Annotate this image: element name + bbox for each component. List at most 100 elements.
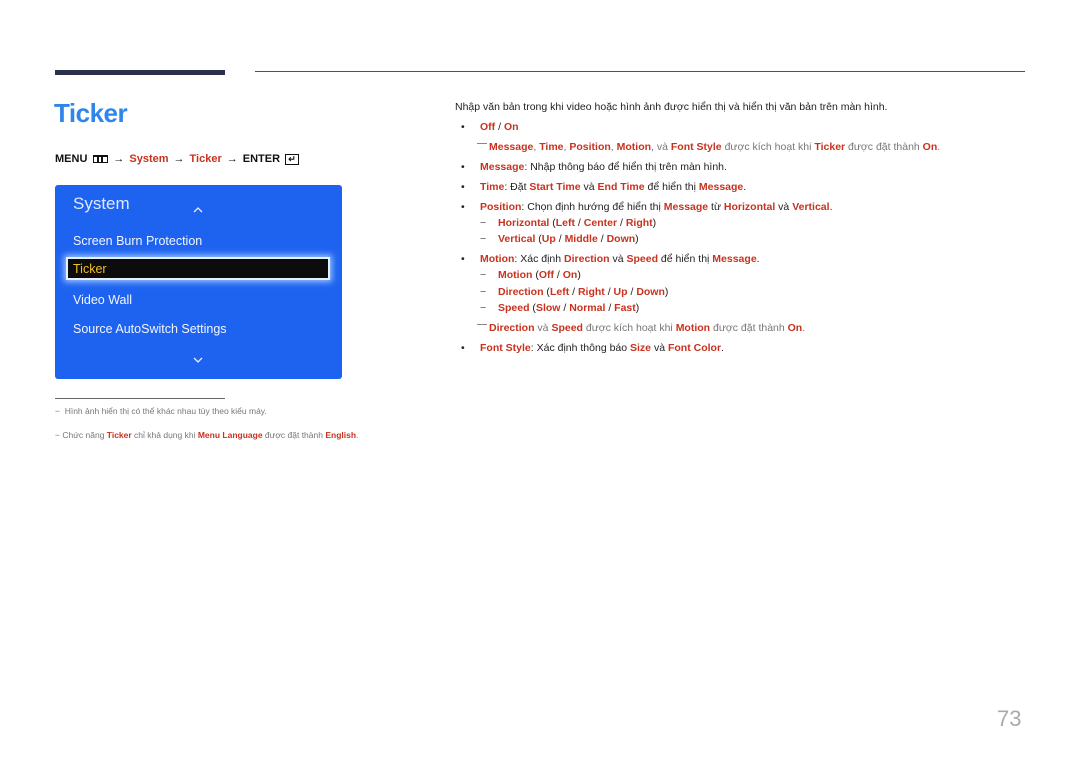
text: và	[651, 342, 668, 354]
page-number: 73	[997, 706, 1022, 731]
keyword: Down	[636, 286, 665, 298]
keyword: Left	[549, 286, 570, 298]
keyword: Off	[538, 269, 554, 281]
text: .	[802, 322, 806, 334]
intro-text: Nhập văn bản trong khi video hoặc hình ả…	[455, 101, 888, 113]
footnote-2: − Chức năng Ticker chỉ khả dụng khi Menu…	[55, 430, 358, 440]
text: được đặt thành	[710, 322, 788, 334]
text: : Đặt	[504, 181, 530, 193]
list-item-position: • Position: Chọn định hướng để hiển thị …	[455, 201, 833, 213]
list-item-motion: • Motion: Xác định Direction và Speed để…	[455, 253, 760, 265]
keyword: Motion	[498, 269, 533, 281]
keyword: Vertical	[498, 233, 536, 245]
chevron-up-icon[interactable]	[193, 205, 203, 215]
text: để hiển thị	[658, 253, 713, 265]
dash-icon: −	[55, 430, 60, 440]
header-rule-thin	[255, 71, 1025, 72]
keyword: On	[562, 269, 578, 281]
keyword: Ticker	[106, 430, 132, 440]
bullet-icon: •	[461, 121, 465, 133]
keyword: Center	[583, 217, 618, 229]
keyword: Motion	[616, 141, 652, 153]
keyword: End Time	[597, 181, 645, 193]
dash-icon: −	[480, 269, 487, 281]
text: : Nhập thông báo để hiển thị trên màn hì…	[524, 161, 727, 173]
footnote-text: Chức năng	[62, 430, 107, 440]
keyword: Middle	[564, 233, 598, 245]
note-icon	[477, 324, 487, 325]
keyword: Message	[712, 253, 757, 265]
keyword: Font Style	[480, 342, 531, 354]
keyword: Position	[480, 201, 522, 213]
keyword: Message	[480, 161, 525, 173]
menu-step-ticker: Ticker	[189, 153, 222, 165]
keyword: Ticker	[814, 141, 846, 153]
keyword: Motion	[480, 253, 515, 265]
osd-item-ticker-label: Ticker	[73, 262, 107, 276]
text: và	[580, 181, 598, 193]
keyword: Speed	[498, 302, 530, 314]
chevron-down-icon[interactable]	[193, 355, 203, 365]
note-2: Direction và Speed được kích hoạt khi Mo…	[477, 322, 805, 334]
enter-label: ENTER	[242, 153, 281, 165]
note-icon	[477, 143, 487, 144]
bullet-icon: •	[461, 201, 465, 213]
keyword: English	[325, 430, 357, 440]
keyword: Right	[625, 217, 653, 229]
menu-icon	[93, 155, 109, 163]
keyword: Message	[663, 201, 709, 213]
keyword: Normal	[569, 302, 606, 314]
footnote-text: .	[356, 430, 359, 440]
keyword: Menu Language	[197, 430, 263, 440]
footnote-text: được đặt thành	[262, 430, 326, 440]
keyword: Off	[480, 121, 496, 133]
separator: /	[495, 121, 504, 133]
sub-item-motion: − Motion (Off / On)	[480, 269, 581, 281]
text: .	[829, 201, 833, 213]
keyword: On	[503, 121, 519, 133]
keyword: Speed	[626, 253, 658, 265]
text: được kích hoạt khi	[721, 141, 815, 153]
osd-item-source-autoswitch-settings[interactable]: Source AutoSwitch Settings	[73, 322, 227, 336]
text: .	[721, 342, 724, 354]
text: và	[534, 322, 552, 334]
sub-item-direction: − Direction (Left / Right / Up / Down)	[480, 286, 669, 298]
bullet-icon: •	[461, 161, 465, 173]
text: từ	[708, 201, 724, 213]
footnote-rule	[55, 398, 225, 399]
keyword: Time	[480, 181, 505, 193]
text: : Chọn định hướng để hiển thị	[521, 201, 664, 213]
keyword: Start Time	[529, 181, 581, 193]
arrow-icon: →	[226, 153, 238, 165]
bullet-icon: •	[461, 181, 465, 193]
dash-icon: −	[480, 286, 487, 298]
dash-icon: −	[480, 233, 487, 245]
osd-item-screen-burn-protection[interactable]: Screen Burn Protection	[73, 234, 202, 248]
keyword: Vertical	[792, 201, 830, 213]
osd-item-ticker[interactable]: Ticker	[66, 257, 330, 280]
enter-icon: ↵	[285, 153, 300, 165]
list-item-time: • Time: Đặt Start Time và End Time để hi…	[455, 181, 746, 193]
keyword: Slow	[535, 302, 561, 314]
osd-item-video-wall[interactable]: Video Wall	[73, 293, 132, 307]
text: được đặt thành	[845, 141, 923, 153]
list-item-font-style: • Font Style: Xác định thông báo Size và…	[455, 342, 724, 354]
header-rule-thick	[55, 70, 225, 75]
keyword: Horizontal	[723, 201, 776, 213]
bullet-icon: •	[461, 342, 465, 354]
list-item-message: • Message: Nhập thông báo để hiển thị tr…	[455, 161, 727, 173]
sub-item-vertical: − Vertical (Up / Middle / Down)	[480, 233, 639, 245]
keyword: Left	[555, 217, 576, 229]
keyword: On	[787, 322, 803, 334]
keyword: Up	[613, 286, 628, 298]
keyword: Fast	[614, 302, 636, 314]
text: , và	[651, 141, 671, 153]
keyword: Down	[606, 233, 636, 245]
menu-path: MENU → System → Ticker → ENTER ↵	[55, 153, 300, 165]
keyword: On	[922, 141, 938, 153]
keyword: Up	[541, 233, 556, 245]
dash-icon: −	[480, 217, 487, 229]
keyword: Direction	[564, 253, 610, 265]
page-title: Ticker	[54, 98, 128, 128]
footnote-1-text: Hình ảnh hiển thị có thể khác nhau tùy t…	[64, 406, 267, 416]
